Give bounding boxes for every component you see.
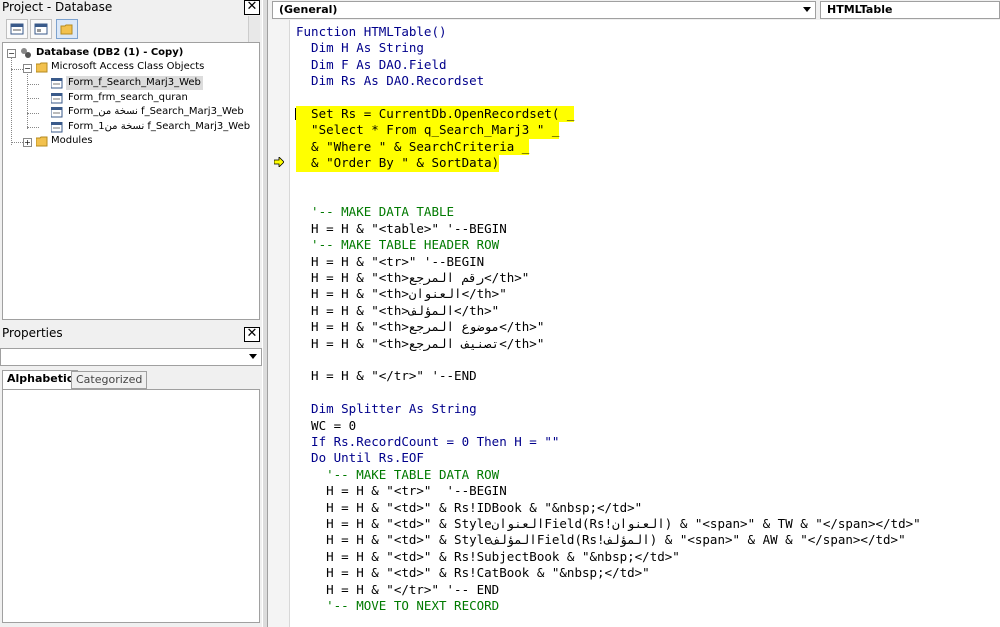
code-editor[interactable]: Function HTMLTable() Dim H As String Dim…: [296, 24, 1000, 627]
properties-tabs: Alphabetic Categorized: [0, 370, 262, 390]
object-select-value: (General): [279, 3, 338, 16]
properties-close-button[interactable]: ✕: [244, 327, 260, 342]
form-module-icon: [50, 77, 63, 89]
code-line[interactable]: & "Where " & SearchCriteria _: [296, 138, 530, 156]
code-line[interactable]: H = H & "<td>" & StyleالمؤلفField(Rs!الم…: [296, 532, 906, 548]
tree-item-class-objects[interactable]: Microsoft Access Class Objects: [51, 60, 204, 74]
code-line[interactable]: "Select * From q_Search_Marj3 " _: [296, 122, 560, 139]
properties-pane-title: Properties: [2, 326, 63, 340]
project-scrollbar[interactable]: [248, 16, 260, 42]
code-line[interactable]: H = H & "<td>" & StyleالعنوانField(Rs!ال…: [296, 516, 921, 532]
project-close-button[interactable]: ✕: [244, 0, 260, 15]
code-line[interactable]: Dim Splitter As String: [296, 401, 477, 417]
collapse-database-icon[interactable]: −: [7, 49, 16, 58]
object-select[interactable]: (General): [272, 1, 816, 19]
view-code-button[interactable]: [6, 19, 28, 39]
code-line[interactable]: WC = 0: [296, 418, 356, 434]
code-line[interactable]: H = H & "<table>" '--BEGIN: [296, 221, 507, 237]
tree-item-form-4[interactable]: Form_1نسخة من f_Search_Marj3_Web: [68, 120, 250, 134]
code-line[interactable]: H = H & "<th>تصنيف المرجع</th>": [296, 336, 544, 352]
tree-item-form-2[interactable]: Form_frm_search_quran: [68, 91, 188, 105]
folder-open-icon: [35, 62, 48, 73]
tree-item-modules[interactable]: Modules: [51, 134, 93, 148]
code-line[interactable]: If Rs.RecordCount = 0 Then H = "": [296, 434, 559, 450]
indicator-margin[interactable]: [268, 20, 290, 627]
form-module-icon: [50, 92, 63, 104]
project-icon: [20, 47, 32, 58]
procedure-select-value: HTMLTable: [827, 3, 893, 16]
tree-item-form-3[interactable]: Form_نسخة من f_Search_Marj3_Web: [68, 105, 244, 119]
left-panes: Project - Database ✕ − Database (DB2 (1)…: [0, 0, 262, 627]
project-toolbar: [0, 16, 262, 42]
code-line[interactable]: & "Order By " & SortData): [296, 155, 500, 172]
code-line[interactable]: H = H & "<th>المؤلف</th>": [296, 303, 499, 319]
folder-icon: [60, 24, 73, 35]
code-line[interactable]: Dim F As DAO.Field: [296, 57, 446, 73]
expand-modules-icon[interactable]: +: [23, 138, 32, 147]
chevron-down-icon: [803, 7, 811, 12]
properties-grid[interactable]: [2, 389, 260, 623]
project-pane-title: Project - Database: [2, 0, 113, 14]
code-combo-bar: (General) HTMLTable: [268, 0, 1000, 20]
code-line[interactable]: H = H & "</tr>" '-- END: [296, 582, 499, 598]
procedure-select[interactable]: HTMLTable: [820, 1, 1000, 19]
code-line[interactable]: '-- MOVE TO NEXT RECORD: [296, 598, 499, 614]
vba-editor: Project - Database ✕ − Database (DB2 (1)…: [0, 0, 1000, 627]
execution-pointer-icon: [274, 157, 284, 167]
code-line[interactable]: H = H & "<td>" & Rs!SubjectBook & "&nbsp…: [296, 549, 680, 565]
form-module-icon: [50, 106, 63, 118]
chevron-down-icon: [249, 354, 257, 359]
code-line[interactable]: H = H & "<td>" & Rs!IDBook & "&nbsp;</td…: [296, 500, 642, 516]
toggle-folders-button[interactable]: [56, 19, 78, 39]
folder-icon: [35, 136, 48, 147]
code-line[interactable]: Dim H As String: [296, 40, 424, 56]
code-line[interactable]: Dim Rs As DAO.Recordset: [296, 73, 484, 89]
code-line[interactable]: H = H & "<tr>" '--BEGIN: [296, 254, 484, 270]
tree-item-database[interactable]: Database (DB2 (1) - Copy): [36, 46, 183, 60]
code-line[interactable]: '-- MAKE TABLE HEADER ROW: [296, 237, 499, 253]
view-object-button[interactable]: [30, 19, 52, 39]
tab-alphabetic[interactable]: Alphabetic: [2, 370, 79, 390]
code-window: (General) HTMLTable Function HTMLTable()…: [268, 0, 1000, 627]
code-line[interactable]: H = H & "<td>" & Rs!CatBook & "&nbsp;</t…: [296, 565, 650, 581]
collapse-class-objects-icon[interactable]: −: [23, 64, 32, 73]
properties-object-select[interactable]: [0, 348, 262, 366]
code-line[interactable]: H = H & "<tr>" '--BEGIN: [296, 483, 507, 499]
code-line[interactable]: Set Rs = CurrentDb.OpenRecordset( _: [296, 106, 575, 123]
view-code-icon: [10, 23, 24, 35]
form-module-icon: [50, 121, 63, 133]
code-line[interactable]: Do Until Rs.EOF: [296, 450, 424, 466]
code-line[interactable]: Function HTMLTable(): [296, 24, 447, 40]
view-object-icon: [34, 23, 48, 35]
code-line[interactable]: H = H & "</tr>" '--END: [296, 368, 477, 384]
code-line[interactable]: H = H & "<th>رقم المرجع</th>": [296, 270, 529, 286]
code-line[interactable]: H = H & "<th>العنوان</th>": [296, 286, 507, 302]
project-tree: − Database (DB2 (1) - Copy) − Microsoft …: [2, 42, 260, 320]
code-line[interactable]: H = H & "<th>موضوع المرجع</th>": [296, 319, 544, 335]
code-line[interactable]: '-- MAKE TABLE DATA ROW: [296, 467, 499, 483]
code-line[interactable]: '-- MAKE DATA TABLE: [296, 204, 454, 220]
tab-categorized[interactable]: Categorized: [71, 371, 148, 389]
tree-item-form-1[interactable]: Form_f_Search_Marj3_Web: [66, 76, 203, 90]
